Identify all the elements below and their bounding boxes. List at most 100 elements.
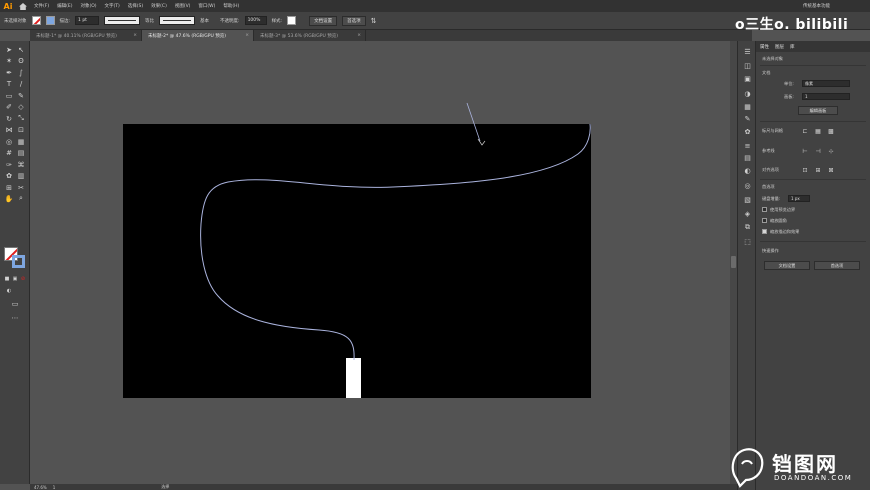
stroke-color-box[interactable] (12, 255, 25, 268)
none-mode-icon[interactable]: ⊘ (18, 274, 28, 283)
menu-help[interactable]: 帮助(H) (219, 3, 243, 9)
menu-type[interactable]: 文字(T) (101, 3, 124, 9)
keyboard-increment-field[interactable]: 1 px (788, 195, 810, 202)
tab-document-1[interactable]: 未标题-1* @ 40.11% (RGB/GPU 预览) × (30, 30, 142, 41)
units-select[interactable]: 像素 (802, 80, 850, 87)
scale-strokes-checkbox[interactable] (762, 229, 767, 234)
scale-corners-checkbox[interactable] (762, 218, 767, 223)
screen-mode-icon[interactable]: ▭ (10, 299, 20, 308)
smart-guides-icon[interactable]: ⊹ (827, 147, 835, 155)
opacity-field[interactable]: 100% (244, 16, 267, 25)
gradient-tool-icon[interactable]: ▤ (16, 148, 26, 157)
lasso-icon[interactable]: ʘ (16, 56, 26, 65)
home-icon[interactable] (16, 0, 30, 12)
line-tool-icon[interactable]: / (16, 79, 26, 88)
direct-selection-tool-icon[interactable]: ↖ (16, 45, 26, 54)
transparency-icon[interactable]: ◐ (743, 166, 752, 175)
zoom-tool-icon[interactable]: ⌕ (16, 194, 26, 203)
tab-layers[interactable]: 图层 (775, 44, 784, 50)
selection-tool-icon[interactable]: ➤ (4, 45, 14, 54)
layers-stack-icon[interactable]: ◈ (743, 209, 752, 218)
zoom-level[interactable]: 47.6% (34, 485, 47, 490)
eraser-icon[interactable]: ◇ (16, 102, 26, 111)
artboard-number[interactable]: 1 (53, 485, 56, 490)
document-setup-button[interactable]: 文档设置 (309, 15, 338, 26)
artboards-icon[interactable]: ⧉ (743, 223, 752, 232)
canvas-area[interactable] (30, 41, 737, 484)
snap-pixel-icon[interactable]: ⊠ (827, 166, 835, 174)
menu-object[interactable]: 对象(O) (76, 3, 100, 9)
curve-path-main[interactable] (200, 124, 591, 361)
edit-toolbar-icon[interactable]: ⋯ (10, 313, 20, 322)
hand-tool-icon[interactable]: ✋ (4, 194, 14, 203)
color-icon[interactable]: ◑ (743, 89, 752, 98)
width-tool-icon[interactable]: ⋈ (4, 125, 14, 134)
rotate-tool-icon[interactable]: ↻ (4, 114, 14, 123)
snap-grid-icon[interactable]: ⊞ (814, 166, 822, 174)
gradient-icon[interactable]: ▤ (743, 153, 752, 162)
show-guides-icon[interactable]: ⊢ (801, 147, 809, 155)
document-setup-panel-button[interactable]: 文档设置 (764, 261, 810, 270)
eyedropper-icon[interactable]: ✑ (4, 160, 14, 169)
artboard-tool-icon[interactable]: ⊞ (4, 183, 14, 192)
stroke-icon[interactable]: ≡ (743, 141, 752, 150)
close-icon[interactable]: × (245, 33, 253, 38)
symbol-sprayer-icon[interactable]: ✿ (4, 171, 14, 180)
mesh-tool-icon[interactable]: # (4, 148, 14, 157)
shaper-tool-icon[interactable]: ✐ (4, 102, 14, 111)
lock-guides-icon[interactable]: ⊣ (814, 147, 822, 155)
graphic-style-swatch[interactable] (287, 16, 297, 25)
ruler-icon[interactable]: ⊏ (801, 127, 809, 135)
close-icon[interactable]: × (357, 33, 365, 38)
scale-tool-icon[interactable]: ⤡ (16, 114, 26, 123)
artboard[interactable] (123, 124, 591, 398)
graphic-styles-icon[interactable]: ▧ (743, 195, 752, 204)
tab-libraries[interactable]: 库 (790, 44, 795, 50)
pixel-grid-icon[interactable]: ▩ (827, 127, 835, 135)
curvature-tool-icon[interactable]: ∫ (16, 68, 26, 77)
brushes-icon[interactable]: ✎ (743, 114, 752, 123)
arrange-icon[interactable]: ⇅ (371, 17, 377, 25)
fill-swatch[interactable] (31, 16, 41, 25)
magic-wand-icon[interactable]: ✶ (4, 56, 14, 65)
menu-view[interactable]: 视图(V) (171, 3, 195, 9)
type-tool-icon[interactable]: T (4, 79, 14, 88)
export-icon[interactable]: ⬚ (743, 237, 752, 246)
preferences-button[interactable]: 首选项 (342, 15, 366, 26)
variable-width-profile[interactable] (104, 16, 141, 25)
preview-bounds-checkbox[interactable] (762, 207, 767, 212)
grid-icon[interactable]: ▦ (814, 127, 822, 135)
workspace-switcher[interactable]: 传统基本功能 (803, 3, 870, 9)
draw-mode-icon[interactable]: ◐ (4, 286, 14, 295)
artboard-select[interactable]: 1 (802, 93, 850, 100)
white-rectangle[interactable] (346, 358, 361, 398)
shape-builder-icon[interactable]: ◎ (4, 137, 14, 146)
graph-tool-icon[interactable]: ▥ (16, 171, 26, 180)
menu-window[interactable]: 窗口(W) (194, 3, 219, 9)
snap-point-icon[interactable]: ⊡ (801, 166, 809, 174)
swatches-icon[interactable]: ▦ (743, 102, 752, 111)
close-icon[interactable]: × (133, 33, 141, 38)
layers-icon[interactable]: ◫ (743, 61, 752, 70)
tab-properties[interactable]: 属性 (760, 44, 769, 50)
free-transform-icon[interactable]: ⊡ (16, 125, 26, 134)
menu-select[interactable]: 选择(S) (124, 3, 147, 9)
tab-document-2[interactable]: 未标题-2* @ 47.6% (RGB/GPU 预览) × (142, 30, 254, 41)
libraries-icon[interactable]: ▣ (743, 74, 752, 83)
brush-definition[interactable] (159, 16, 196, 25)
preferences-panel-button[interactable]: 首选项 (814, 261, 860, 270)
menu-edit[interactable]: 编辑(E) (53, 3, 76, 9)
blend-tool-icon[interactable]: ⌘ (16, 160, 26, 169)
properties-icon[interactable]: ☰ (743, 47, 752, 56)
tab-document-3[interactable]: 未标题-3* @ 53.6% (RGB/GPU 预览) × (254, 30, 366, 41)
appearance-icon[interactable]: ◎ (743, 181, 752, 190)
rectangle-tool-icon[interactable]: ▭ (4, 91, 14, 100)
vertical-scrollbar[interactable] (730, 41, 737, 484)
paintbrush-icon[interactable]: ✎ (16, 91, 26, 100)
pen-tool-icon[interactable]: ✒ (4, 68, 14, 77)
menu-effect[interactable]: 效果(C) (147, 3, 171, 9)
fill-stroke-widget[interactable] (4, 247, 26, 269)
slice-tool-icon[interactable]: ✂ (16, 183, 26, 192)
symbols-icon[interactable]: ✿ (743, 127, 752, 136)
scrollbar-thumb[interactable] (731, 256, 736, 268)
